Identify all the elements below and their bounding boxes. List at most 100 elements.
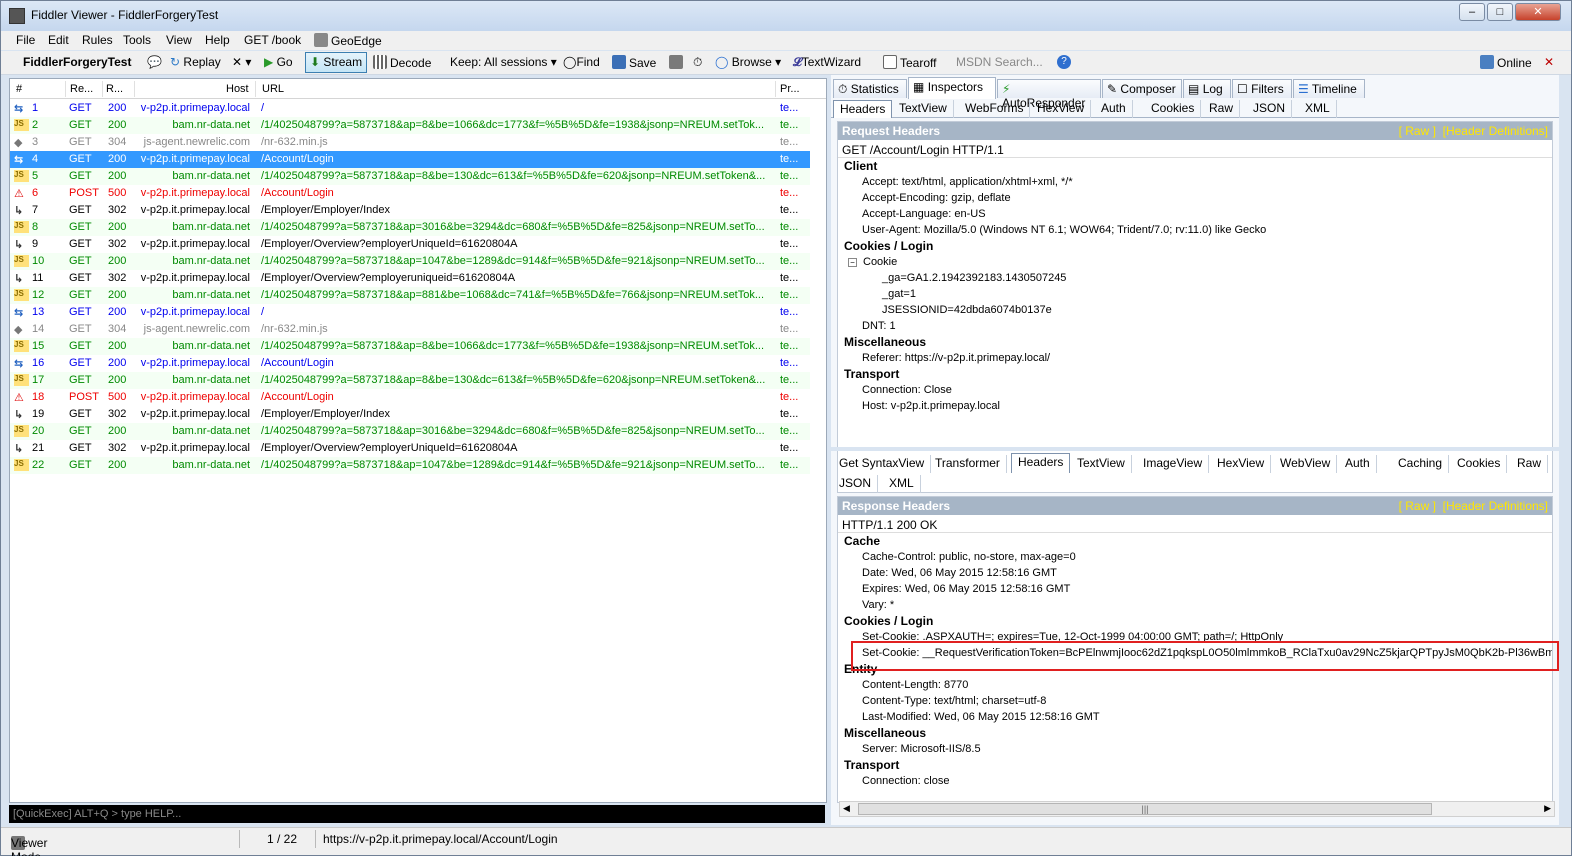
req-tab-json[interactable]: JSON [1247, 100, 1293, 118]
session-row[interactable]: JS 20 GET 200 bam.nr-data.net/1/4025048799?a… [10, 423, 810, 440]
request-raw-link[interactable]: [ Raw ] [1399, 124, 1436, 138]
session-process: te... [780, 374, 799, 386]
textwizard-button[interactable]: 𝓛TextWizard [793, 55, 861, 70]
request-header-definitions-link[interactable]: [Header Definitions] [1443, 124, 1548, 138]
resp-tab-syntaxview[interactable]: Get SyntaxView [833, 455, 932, 473]
session-row[interactable]: JS 5 GET 200 bam.nr-data.net/1/4025048799?a=… [10, 168, 810, 185]
col-header-result[interactable]: Re... [70, 83, 93, 95]
req-tab-webforms[interactable]: WebForms [959, 100, 1031, 118]
session-row[interactable]: ↳ 7 GET 302 v-p2p.it.primepay.local/Employer… [10, 202, 810, 219]
session-row[interactable]: ⇆ 13 GET 200 v-p2p.it.primepay.local / te... [10, 304, 810, 321]
resp-tab-auth[interactable]: Auth [1339, 455, 1377, 473]
collapse-icon[interactable]: − [848, 258, 857, 267]
scroll-left-icon[interactable]: ◀ [843, 803, 850, 814]
horizontal-scrollbar[interactable]: ◀ ||| ▶ [839, 801, 1555, 817]
req-tab-hexview[interactable]: HexView [1031, 100, 1092, 118]
response-raw-link[interactable]: [ Raw ] [1399, 499, 1436, 513]
menu-tools[interactable]: Tools [123, 33, 151, 47]
col-header-host[interactable]: Host [226, 83, 249, 95]
resp-tab-hexview[interactable]: HexView [1211, 455, 1272, 473]
req-tab-cookies[interactable]: Cookies [1145, 100, 1202, 118]
resp-tab-raw[interactable]: Raw [1511, 455, 1549, 473]
tab-timeline[interactable]: ☰ Timeline [1293, 79, 1365, 98]
tab-log[interactable]: ▤ Log [1183, 79, 1231, 98]
maximize-button[interactable]: □ [1487, 3, 1513, 21]
browse-button[interactable]: ◯ Browse ▾ [715, 55, 781, 69]
session-row[interactable]: JS 2 GET 200 bam.nr-data.net/1/4025048799?a=… [10, 117, 810, 134]
resp-tab-webview[interactable]: WebView [1274, 455, 1338, 473]
session-row[interactable]: JS 17 GET 200 bam.nr-data.net/1/4025048799?a… [10, 372, 810, 389]
col-header-url[interactable]: URL [262, 83, 284, 95]
tab-autoresponder[interactable]: ⚡ AutoResponder [997, 79, 1101, 110]
online-indicator[interactable]: Online [1480, 55, 1532, 70]
resp-tab-xml[interactable]: XML [883, 475, 921, 493]
req-tab-raw[interactable]: Raw [1203, 100, 1241, 118]
req-tab-headers[interactable]: Headers [833, 100, 893, 118]
resp-tab-transformer[interactable]: Transformer [929, 455, 1007, 473]
tab-composer[interactable]: ✎ Composer [1102, 79, 1182, 98]
resp-tab-caching[interactable]: Caching [1392, 455, 1450, 473]
response-header-definitions-link[interactable]: [Header Definitions] [1443, 499, 1548, 513]
req-tab-auth[interactable]: Auth [1095, 100, 1133, 118]
find-button[interactable]: ◯Find [563, 55, 600, 69]
replay-button[interactable]: ↻ Replay [170, 55, 221, 69]
scroll-right-icon[interactable]: ▶ [1544, 803, 1551, 814]
scroll-thumb[interactable]: ||| [858, 803, 1432, 815]
remove-button[interactable]: ✕ ▾ [232, 55, 251, 69]
session-row[interactable]: JS 22 GET 200 bam.nr-data.net/1/4025048799?a… [10, 457, 810, 474]
session-row[interactable]: JS 10 GET 200 bam.nr-data.net/1/4025048799?a… [10, 253, 810, 270]
comment-icon[interactable]: 💬 [147, 55, 162, 69]
resp-tab-cookies[interactable]: Cookies [1451, 455, 1508, 473]
session-row[interactable]: JS 8 GET 200 bam.nr-data.net/1/4025048799?a=… [10, 219, 810, 236]
session-row[interactable]: ⇆ 16 GET 200 v-p2p.it.primepay.local/Account… [10, 355, 810, 372]
col-header-protocol[interactable]: R... [106, 83, 123, 95]
help-icon[interactable]: ? [1057, 55, 1071, 69]
resp-tab-imageview[interactable]: ImageView [1137, 455, 1210, 473]
session-row[interactable]: ◆ 14 GET 304 js-agent.newrelic.com/nr-632.mi… [10, 321, 810, 338]
toolbar-close-icon[interactable]: ✕ [1544, 55, 1554, 69]
menu-edit[interactable]: Edit [48, 33, 69, 47]
req-tab-textview[interactable]: TextView [893, 100, 954, 118]
resp-tab-textview[interactable]: TextView [1071, 455, 1132, 473]
session-row[interactable]: JS 12 GET 200 bam.nr-data.net/1/4025048799?a… [10, 287, 810, 304]
stream-button[interactable]: ⬇ Stream [305, 52, 368, 73]
session-row[interactable]: ↳ 11 GET 302 v-p2p.it.primepay.local/Employe… [10, 270, 810, 287]
pane-splitter[interactable] [831, 447, 1559, 451]
session-row[interactable]: ↳ 9 GET 302 v-p2p.it.primepay.local/Employer… [10, 236, 810, 253]
col-header-process[interactable]: Pr... [780, 83, 800, 95]
menu-file[interactable]: File [16, 33, 35, 47]
resp-tab-headers[interactable]: Headers [1011, 453, 1071, 473]
session-row[interactable]: ↳ 19 GET 302 v-p2p.it.primepay.local/Employe… [10, 406, 810, 423]
session-row[interactable]: ⇆ 4 GET 200 v-p2p.it.primepay.local/Account/… [10, 151, 810, 168]
decode-button[interactable]: Decode [373, 55, 431, 70]
msdn-search-input[interactable]: MSDN Search... [956, 55, 1043, 69]
menu-get-book[interactable]: GET /book [244, 33, 301, 47]
session-row[interactable]: ⚠ 6 POST 500 v-p2p.it.primepay.local/Account… [10, 185, 810, 202]
go-button[interactable]: ▶ Go [264, 55, 293, 69]
session-row[interactable]: ◆ 3 GET 304 js-agent.newrelic.com/nr-632.min… [10, 134, 810, 151]
timer-button[interactable]: ⏱ [693, 55, 702, 70]
session-row[interactable]: ⚠ 18 POST 500 v-p2p.it.primepay.local/Accoun… [10, 389, 810, 406]
session-row[interactable]: ⇆ 1 GET 200 v-p2p.it.primepay.local / te... [10, 100, 810, 117]
keep-sessions-dropdown[interactable]: Keep: All sessions ▾ [450, 55, 557, 69]
session-row[interactable]: JS 15 GET 200 bam.nr-data.net/1/4025048799?a… [10, 338, 810, 355]
tearoff-button[interactable]: Tearoff [883, 55, 936, 70]
req-tab-xml[interactable]: XML [1299, 100, 1337, 118]
quickexec-input[interactable]: [QuickExec] ALT+Q > type HELP... [9, 805, 825, 823]
menu-view[interactable]: View [166, 33, 192, 47]
tab-statistics[interactable]: ⏱ Statistics [833, 79, 907, 98]
session-row[interactable]: ↳ 21 GET 302 v-p2p.it.primepay.local/Employe… [10, 440, 810, 457]
close-button[interactable]: ✕ [1515, 3, 1561, 21]
menu-geoedge[interactable]: GeoEdge [314, 33, 382, 48]
save-button[interactable]: Save [612, 55, 656, 70]
tab-inspectors[interactable]: ▦ Inspectors [908, 77, 996, 99]
resp-tab-json[interactable]: JSON [833, 475, 879, 493]
menu-help[interactable]: Help [205, 33, 230, 47]
screenshot-button[interactable] [669, 55, 686, 70]
col-header-id[interactable]: # [16, 83, 22, 95]
minimize-button[interactable]: – [1459, 3, 1485, 21]
tab-filters[interactable]: ☐ Filters [1232, 79, 1292, 98]
header-item: Accept: text/html, application/xhtml+xml… [862, 176, 1073, 188]
cookie-node[interactable]: − Cookie [838, 254, 1552, 270]
menu-rules[interactable]: Rules [82, 33, 113, 47]
